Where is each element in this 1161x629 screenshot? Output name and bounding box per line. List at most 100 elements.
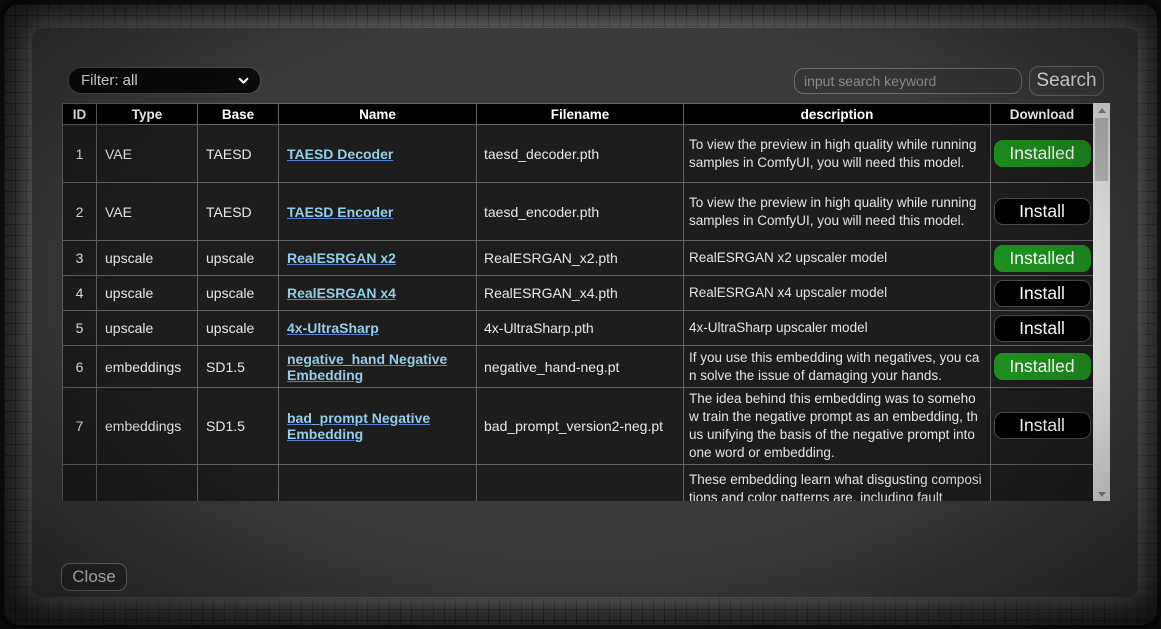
filter-dropdown[interactable]: Filter: all xyxy=(68,67,261,94)
table-row: 2 VAE TAESD TAESD Encoder taesd_encoder.… xyxy=(63,183,1094,241)
cell-filename: 4x-UltraSharp.pth xyxy=(477,311,684,346)
cell-type: upscale xyxy=(97,311,198,346)
cell-id: 3 xyxy=(63,241,97,276)
cell-base: TAESD xyxy=(198,125,279,183)
cell-download: Installed xyxy=(991,241,1094,276)
cell-download: Installed xyxy=(991,125,1094,183)
cell-download: Install xyxy=(991,311,1094,346)
column-header: Type xyxy=(97,104,198,125)
column-header: ID xyxy=(63,104,97,125)
cell-filename: bad_prompt_version2-neg.pt xyxy=(477,388,684,465)
table-row: 4 upscale upscale RealESRGAN x4 RealESRG… xyxy=(63,276,1094,311)
column-header: Name xyxy=(279,104,477,125)
filter-dropdown-value: Filter: all xyxy=(81,72,138,89)
cell-description: RealESRGAN x4 upscaler model xyxy=(684,276,991,311)
cell-name: bad_prompt Negative Embedding xyxy=(279,388,477,465)
search-button[interactable]: Search xyxy=(1029,66,1104,96)
table-body: 1 VAE TAESD TAESD Decoder taesd_decoder.… xyxy=(63,125,1094,502)
cell-type xyxy=(97,464,198,501)
cell-id: 5 xyxy=(63,311,97,346)
scroll-down-arrow-icon[interactable] xyxy=(1093,487,1110,501)
cell-download: Installed xyxy=(991,346,1094,388)
cell-base: SD1.5 xyxy=(198,346,279,388)
cell-description: If you use this embedding with negatives… xyxy=(684,346,991,388)
cell-id: 4 xyxy=(63,276,97,311)
install-button[interactable]: Installed xyxy=(994,245,1091,272)
table-row: 3 upscale upscale RealESRGAN x2 RealESRG… xyxy=(63,241,1094,276)
cell-type: upscale xyxy=(97,276,198,311)
column-header: Filename xyxy=(477,104,684,125)
cell-type: upscale xyxy=(97,241,198,276)
cell-type: VAE xyxy=(97,183,198,241)
column-header: Download xyxy=(991,104,1094,125)
table-row: 1 VAE TAESD TAESD Decoder taesd_decoder.… xyxy=(63,125,1094,183)
cell-name: negative_hand Negative Embedding xyxy=(279,346,477,388)
cell-base: TAESD xyxy=(198,183,279,241)
model-name-link[interactable]: bad_prompt Negative Embedding xyxy=(287,410,430,442)
cell-download: Install xyxy=(991,388,1094,465)
cell-type: embeddings xyxy=(97,388,198,465)
cell-id: 1 xyxy=(63,125,97,183)
model-table-container: IDTypeBaseNameFilenamedescriptionDownloa… xyxy=(62,103,1093,501)
cell-name: RealESRGAN x4 xyxy=(279,276,477,311)
cell-name: TAESD Decoder xyxy=(279,125,477,183)
cell-description: RealESRGAN x2 upscaler model xyxy=(684,241,991,276)
cell-name: 4x-UltraSharp xyxy=(279,311,477,346)
cell-base xyxy=(198,464,279,501)
search-input[interactable] xyxy=(794,68,1022,94)
install-button[interactable]: Install xyxy=(994,315,1091,342)
model-name-link[interactable]: RealESRGAN x2 xyxy=(287,250,396,266)
cell-base: upscale xyxy=(198,241,279,276)
cell-filename xyxy=(477,464,684,501)
table-row: 6 embeddings SD1.5 negative_hand Negativ… xyxy=(63,346,1094,388)
table-row: 5 upscale upscale 4x-UltraSharp 4x-Ultra… xyxy=(63,311,1094,346)
cell-base: SD1.5 xyxy=(198,388,279,465)
model-name-link[interactable]: negative_hand Negative Embedding xyxy=(287,351,447,383)
cell-description: The idea behind this embedding was to so… xyxy=(684,388,991,465)
cell-name: RealESRGAN x2 xyxy=(279,241,477,276)
cell-description: 4x-UltraSharp upscaler model xyxy=(684,311,991,346)
install-button[interactable]: Installed xyxy=(994,353,1091,380)
cell-description: To view the preview in high quality whil… xyxy=(684,125,991,183)
model-name-link[interactable]: TAESD Encoder xyxy=(287,204,393,220)
cell-name xyxy=(279,464,477,501)
cell-download: Install xyxy=(991,183,1094,241)
cell-download xyxy=(991,464,1094,501)
scroll-up-arrow-icon[interactable] xyxy=(1093,103,1110,117)
cell-base: upscale xyxy=(198,311,279,346)
cell-download: Install xyxy=(991,276,1094,311)
close-button[interactable]: Close xyxy=(61,563,127,591)
cell-filename: taesd_encoder.pth xyxy=(477,183,684,241)
cell-type: VAE xyxy=(97,125,198,183)
column-header: description xyxy=(684,104,991,125)
install-button[interactable]: Install xyxy=(994,198,1091,225)
cell-id: 2 xyxy=(63,183,97,241)
scrollbar-thumb[interactable] xyxy=(1095,118,1108,181)
cell-id: 7 xyxy=(63,388,97,465)
cell-id: 6 xyxy=(63,346,97,388)
cell-base: upscale xyxy=(198,276,279,311)
cell-filename: taesd_decoder.pth xyxy=(477,125,684,183)
install-button[interactable]: Install xyxy=(994,280,1091,307)
cell-filename: negative_hand-neg.pt xyxy=(477,346,684,388)
install-button[interactable]: Install xyxy=(994,412,1091,439)
table-row: These embedding learn what disgusting co… xyxy=(63,464,1094,501)
cell-filename: RealESRGAN_x2.pth xyxy=(477,241,684,276)
cell-name: TAESD Encoder xyxy=(279,183,477,241)
table-row: 7 embeddings SD1.5 bad_prompt Negative E… xyxy=(63,388,1094,465)
install-button[interactable]: Installed xyxy=(994,140,1091,167)
cell-filename: RealESRGAN_x4.pth xyxy=(477,276,684,311)
model-name-link[interactable]: RealESRGAN x4 xyxy=(287,285,396,301)
column-header: Base xyxy=(198,104,279,125)
model-name-link[interactable]: 4x-UltraSharp xyxy=(287,320,379,336)
model-manager-dialog: Filter: all Search IDTypeBaseNameFilenam… xyxy=(32,28,1138,597)
cell-type: embeddings xyxy=(97,346,198,388)
cell-description: To view the preview in high quality whil… xyxy=(684,183,991,241)
table-header-row: IDTypeBaseNameFilenamedescriptionDownloa… xyxy=(63,104,1094,125)
chevron-down-icon xyxy=(237,74,250,87)
table-scrollbar[interactable] xyxy=(1093,103,1110,501)
cell-id xyxy=(63,464,97,501)
model-name-link[interactable]: TAESD Decoder xyxy=(287,146,393,162)
model-table: IDTypeBaseNameFilenamedescriptionDownloa… xyxy=(62,103,1093,501)
cell-description: These embedding learn what disgusting co… xyxy=(684,464,991,501)
